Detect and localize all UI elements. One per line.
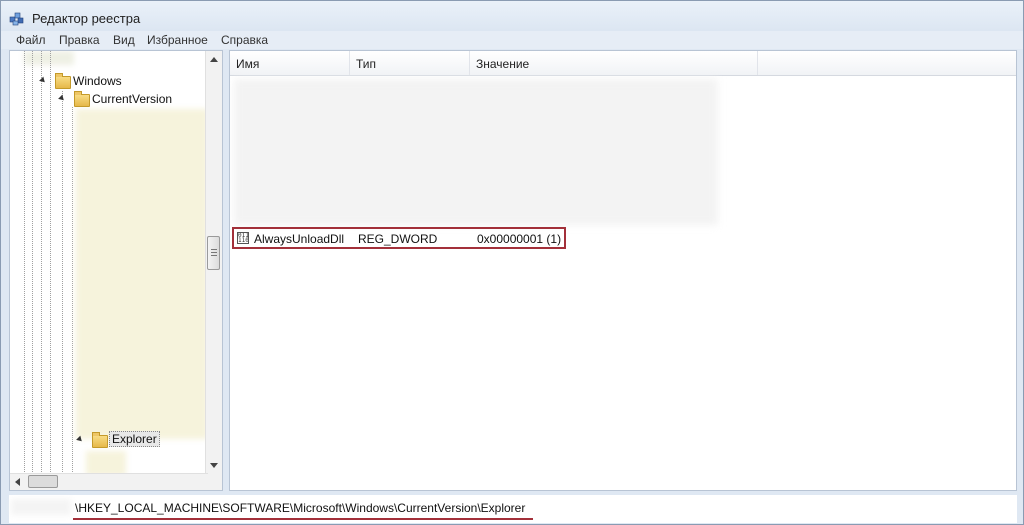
highlight-box	[232, 227, 566, 249]
hscroll-thumb[interactable]	[28, 475, 58, 488]
obscured-tree-region	[76, 109, 208, 439]
scroll-down-icon[interactable]	[210, 463, 218, 468]
column-type[interactable]: Тип	[350, 51, 470, 75]
menu-view[interactable]: Вид	[113, 33, 135, 47]
registry-tree[interactable]: Windows CurrentVersion Explorer	[9, 50, 223, 491]
scroll-thumb[interactable]	[207, 236, 220, 270]
tree-guide-line	[24, 51, 25, 476]
title-bar: Редактор реестра	[1, 1, 1023, 31]
menu-favorites[interactable]: Избранное	[147, 33, 208, 47]
menu-bar: Файл Правка Вид Избранное Справка	[1, 31, 1023, 49]
folder-icon	[55, 73, 71, 89]
registry-path: \HKEY_LOCAL_MACHINE\SOFTWARE\Microsoft\W…	[75, 501, 526, 515]
regedit-icon	[9, 12, 24, 26]
folder-icon	[74, 91, 90, 107]
table-row[interactable]: 011 110 AlwaysUnloadDll REG_DWORD 0x00000…	[230, 227, 1016, 249]
tree-item-windows[interactable]: Windows	[73, 74, 122, 88]
tree-guide-line	[32, 51, 33, 476]
tree-guide-line	[62, 91, 63, 476]
list-header: Имя Тип Значение	[230, 51, 1016, 76]
tree-guide-line	[50, 51, 51, 476]
tree-horizontal-scrollbar[interactable]	[10, 473, 208, 490]
obscured-status-region	[11, 499, 71, 515]
menu-file[interactable]: Файл	[16, 33, 46, 47]
scroll-up-icon[interactable]	[210, 57, 218, 62]
window-title: Редактор реестра	[32, 11, 141, 26]
values-list[interactable]: Имя Тип Значение 011 110 AlwaysUnloadDll …	[229, 50, 1017, 491]
grip-line	[211, 252, 217, 253]
regedit-window: Редактор реестра Файл Правка Вид Избранн…	[0, 0, 1024, 525]
status-bar: \HKEY_LOCAL_MACHINE\SOFTWARE\Microsoft\W…	[9, 495, 1017, 523]
tree-item-explorer[interactable]: Explorer	[109, 431, 160, 447]
path-underline	[73, 518, 533, 520]
tree-vertical-scrollbar[interactable]	[205, 51, 222, 490]
menu-help[interactable]: Справка	[221, 33, 268, 47]
tree-guide-line	[72, 107, 73, 476]
tree-guide-line	[41, 51, 42, 476]
expand-arrow-icon[interactable]	[58, 94, 66, 103]
obscured-values-region	[234, 79, 718, 225]
column-value[interactable]: Значение	[470, 51, 758, 75]
grip-line	[211, 255, 217, 256]
column-name[interactable]: Имя	[230, 51, 350, 75]
menu-edit[interactable]: Правка	[59, 33, 100, 47]
folder-icon	[92, 432, 108, 448]
scroll-left-icon[interactable]	[15, 478, 20, 486]
tree-item-currentversion[interactable]: CurrentVersion	[92, 92, 172, 106]
grip-line	[211, 249, 217, 250]
